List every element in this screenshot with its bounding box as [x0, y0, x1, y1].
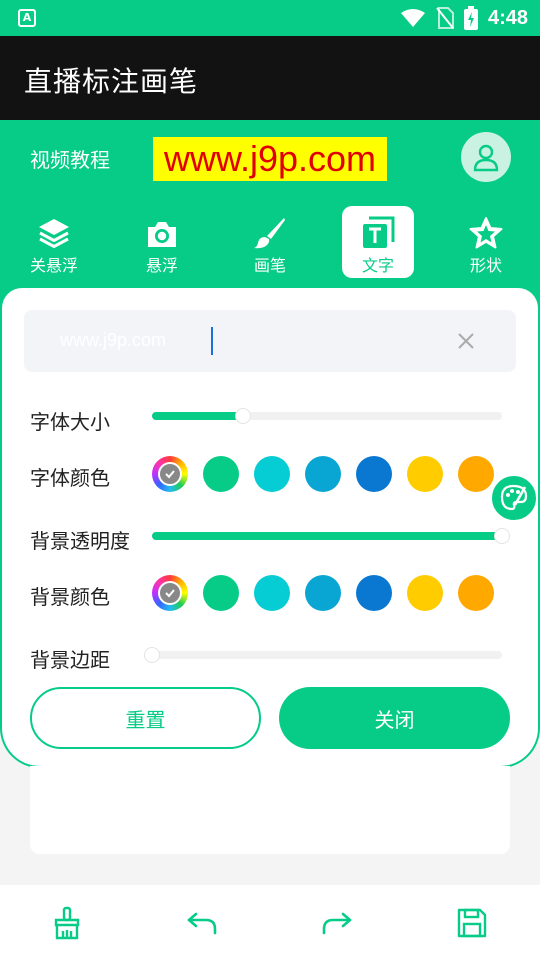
palette-button[interactable] — [490, 474, 538, 522]
wifi-icon — [400, 9, 425, 27]
color-swatch[interactable] — [254, 575, 290, 611]
color-wheel-picker[interactable] — [152, 456, 188, 492]
color-swatch[interactable] — [356, 575, 392, 611]
undo-icon — [187, 912, 217, 935]
tab-label: 悬浮 — [145, 256, 178, 275]
tab-label: 关悬浮 — [29, 256, 78, 275]
status-icons: 4:48 — [400, 6, 528, 30]
watermark-banner: www.j9p.com — [153, 137, 387, 181]
bottom-action-bar — [0, 885, 540, 960]
font-color-label: 字体颜色 — [30, 466, 110, 490]
brush-icon — [254, 218, 285, 249]
text-caret — [211, 327, 213, 355]
mode-toolbar: 关悬浮 悬浮 画笔 文字 形状 — [0, 206, 540, 278]
palette-icon — [500, 484, 528, 511]
user-avatar-button[interactable] — [461, 132, 511, 182]
battery-icon — [463, 6, 478, 30]
clock: 4:48 — [487, 6, 528, 29]
clear-canvas-button[interactable] — [49, 905, 85, 941]
text-input-value: www.j9p.com — [60, 330, 167, 350]
clear-icon[interactable] — [454, 329, 478, 353]
page-title: 直播标注画笔 — [24, 65, 199, 98]
color-swatch[interactable] — [356, 456, 392, 492]
tab-float[interactable]: 悬浮 — [126, 206, 198, 278]
bg-color-label: 背景颜色 — [30, 585, 110, 609]
redo-icon — [322, 912, 352, 935]
slider-thumb[interactable] — [235, 408, 251, 424]
bg-padding-slider[interactable] — [144, 647, 502, 663]
save-icon — [457, 908, 487, 938]
camera-icon — [148, 222, 176, 247]
text-input[interactable]: www.j9p.com — [24, 310, 516, 372]
redo-button[interactable] — [319, 905, 355, 941]
tab-close-float[interactable]: 关悬浮 — [18, 206, 90, 278]
bg-opacity-slider[interactable] — [152, 528, 510, 544]
star-icon — [469, 217, 503, 249]
slider-fill — [152, 532, 502, 540]
color-swatch[interactable] — [305, 575, 341, 611]
color-swatch[interactable] — [254, 456, 290, 492]
font-size-label: 字体大小 — [30, 410, 110, 434]
check-icon — [158, 462, 182, 486]
color-swatch[interactable] — [407, 575, 443, 611]
check-icon — [158, 581, 182, 605]
clean-brush-icon — [54, 906, 80, 940]
color-swatch[interactable] — [458, 575, 494, 611]
layers-icon — [39, 219, 69, 248]
app-notification-icon: A — [18, 9, 36, 27]
slider-thumb[interactable] — [144, 647, 160, 663]
canvas-card — [30, 766, 510, 854]
font-color-palette — [152, 456, 494, 492]
app-title-bar: 直播标注画笔 — [0, 36, 540, 120]
user-icon — [473, 144, 499, 172]
color-swatch[interactable] — [458, 456, 494, 492]
video-tutorial-link[interactable]: 视频教程 — [30, 144, 110, 173]
undo-button[interactable] — [184, 905, 220, 941]
tab-text[interactable]: 文字 — [342, 206, 414, 278]
tab-label: 文字 — [361, 256, 394, 275]
reset-button[interactable]: 重置 — [30, 687, 261, 749]
status-bar: A 4:48 — [0, 0, 540, 36]
color-wheel-picker[interactable] — [152, 575, 188, 611]
text-icon — [363, 216, 395, 248]
tab-label: 画笔 — [253, 256, 286, 275]
tab-label: 形状 — [469, 256, 502, 275]
tab-shape[interactable]: 形状 — [450, 206, 522, 278]
bg-padding-label: 背景边距 — [30, 648, 110, 672]
save-button[interactable] — [454, 905, 490, 941]
font-size-slider[interactable] — [152, 408, 502, 424]
no-sim-icon — [436, 7, 454, 29]
slider-fill — [152, 412, 243, 420]
color-swatch[interactable] — [203, 456, 239, 492]
color-swatch[interactable] — [203, 575, 239, 611]
bg-color-palette — [152, 575, 494, 611]
color-swatch[interactable] — [305, 456, 341, 492]
bg-opacity-label: 背景透明度 — [30, 529, 130, 553]
slider-thumb[interactable] — [494, 528, 510, 544]
close-button[interactable]: 关闭 — [279, 687, 510, 749]
tab-brush[interactable]: 画笔 — [234, 206, 306, 278]
color-swatch[interactable] — [407, 456, 443, 492]
